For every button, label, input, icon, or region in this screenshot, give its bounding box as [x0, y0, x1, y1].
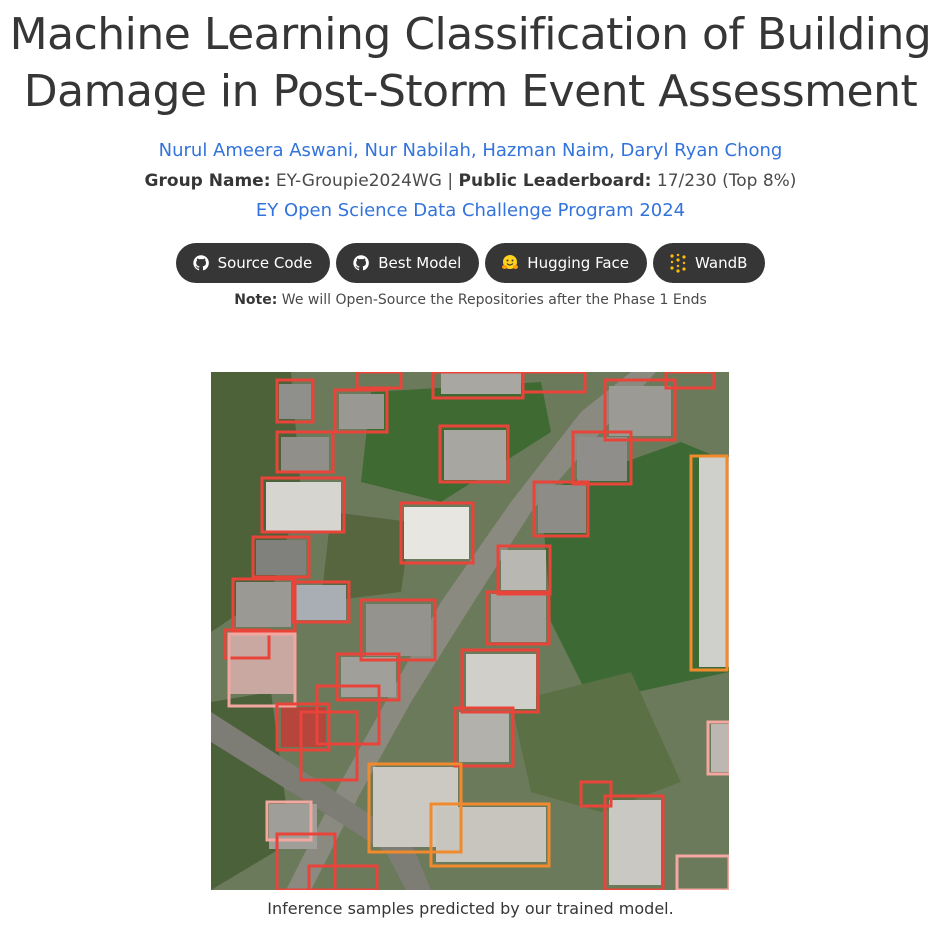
github-icon	[192, 254, 210, 272]
title-line-1: Machine Learning Classification of Build…	[9, 9, 932, 60]
source-code-label: Source Code	[217, 254, 313, 272]
hugging-face-label: Hugging Face	[527, 254, 630, 272]
wandb-button[interactable]: WandB	[653, 243, 766, 283]
wandb-icon	[669, 253, 687, 273]
hugging-face-icon	[501, 254, 519, 272]
leaderboard-value: 17/230 (Top 8%)	[656, 171, 797, 191]
author-list: Nurul Ameera Aswani, Nur Nabilah, Hazman…	[158, 140, 783, 161]
group-name-value: EY-Groupie2024WG	[275, 171, 442, 191]
group-info: Group Name: EY-Groupie2024WG | Public Le…	[0, 168, 941, 194]
author-link[interactable]: Daryl Ryan Chong	[621, 140, 783, 161]
figure-caption: Inference samples predicted by our train…	[267, 899, 674, 918]
best-model-label: Best Model	[378, 254, 462, 272]
title-line-2: Damage in Post-Storm Event Assessment	[23, 66, 918, 117]
source-code-button[interactable]: Source Code	[175, 243, 331, 283]
hugging-face-button[interactable]: Hugging Face	[485, 243, 648, 283]
link-buttons: Source Code Best Model Hugging Face Wand…	[0, 243, 941, 283]
satellite-image	[211, 372, 729, 890]
note-label: Note:	[234, 292, 278, 308]
author-link[interactable]: Nur Nabilah	[365, 140, 471, 161]
program-link[interactable]: EY Open Science Data Challenge Program 2…	[256, 200, 685, 221]
author-link[interactable]: Hazman Naim	[482, 140, 609, 161]
inference-sample-image	[211, 372, 729, 890]
best-model-button[interactable]: Best Model	[336, 243, 480, 283]
wandb-label: WandB	[695, 254, 748, 272]
leaderboard-label: Public Leaderboard:	[458, 171, 652, 191]
note-text: We will Open-Source the Repositories aft…	[281, 292, 707, 308]
group-name-label: Group Name:	[144, 171, 271, 191]
github-icon	[352, 254, 370, 272]
group-divider: |	[447, 171, 454, 191]
author-link[interactable]: Nurul Ameera Aswani	[159, 140, 353, 161]
page-title: Machine Learning Classification of Build…	[0, 6, 941, 120]
open-source-note: Note: We will Open-Source the Repositori…	[0, 289, 941, 311]
